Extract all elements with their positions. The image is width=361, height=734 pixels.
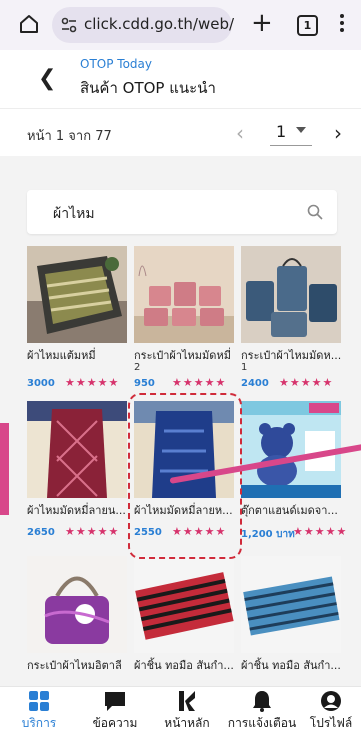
product-name: ตุ๊กตาแฮนด์เมดจา... [241, 504, 338, 517]
nav-label: การแจ้งเตือน [227, 716, 297, 730]
home-logo-icon [179, 691, 195, 711]
chevron-down-icon [296, 127, 306, 133]
bell-icon [253, 691, 271, 712]
rating-stars: ★★★★★ [65, 376, 120, 389]
tab-count-icon[interactable]: 1 [297, 15, 318, 36]
chat-icon [105, 692, 125, 711]
rating-stars: ★★★★★ [293, 525, 348, 538]
url-text: click.cdd.go.th/web/ [84, 15, 235, 33]
product-price: 2400 [241, 378, 269, 389]
more-menu-icon[interactable] [340, 14, 344, 35]
product-image [27, 246, 127, 343]
product-image [27, 401, 127, 498]
product-name: ผ้าชิ้น ทอมือ สันกำ... [134, 659, 234, 672]
profile-icon [321, 691, 341, 711]
nav-home[interactable]: หน้าหลัก [152, 689, 222, 733]
site-settings-icon[interactable] [60, 16, 78, 34]
nav-services[interactable]: บริการ [4, 689, 74, 733]
product-name: กระเป๋าผ้าไหมอิตาลี [27, 659, 122, 672]
product-price: 1,200 บาท [241, 529, 295, 540]
product-name: ผ้าชิ้น ทอมือ สันกำ... [241, 659, 341, 672]
nav-messages[interactable]: ข้อความ [80, 689, 150, 733]
product-name: ผ้าไหมมัดหมี่ลายน... [27, 504, 126, 517]
nav-label: ข้อความ [92, 716, 138, 730]
page-select[interactable]: 1 [270, 121, 312, 146]
pagination-bar: หน้า 1 จาก 77 ‹ 1 › [0, 108, 361, 157]
page-info: หน้า 1 จาก 77 [27, 129, 112, 144]
next-page-icon[interactable]: › [334, 121, 342, 145]
product-name: กระเป๋าผ้าไหมมัดห... [241, 349, 342, 362]
current-page: 1 [276, 122, 287, 141]
annotation-marker [0, 423, 9, 515]
search-query: ผ้าไหม [53, 206, 95, 222]
app-header: ❮ OTOP Today สินค้า OTOP แนะนำ [0, 50, 361, 108]
browser-toolbar: click.cdd.go.th/web/ + 1 [0, 0, 361, 50]
product-image [27, 556, 127, 653]
search-input[interactable]: ผ้าไหม [27, 190, 337, 234]
product-price: 2650 [27, 527, 55, 538]
product-image [134, 556, 234, 653]
new-tab-icon[interactable]: + [251, 10, 273, 36]
product-image [134, 246, 234, 343]
page-title: สินค้า OTOP แนะนำ [80, 79, 216, 97]
address-bar[interactable]: click.cdd.go.th/web/ [52, 7, 235, 43]
product-image [241, 246, 341, 343]
rating-stars: ★★★★★ [279, 376, 334, 389]
nav-label: หน้าหลัก [164, 716, 210, 730]
header-subtitle: OTOP Today [80, 57, 152, 71]
grid-icon [29, 691, 49, 711]
product-price: 3000 [27, 378, 55, 389]
nav-notifications[interactable]: การแจ้งเตือน [227, 689, 297, 733]
rating-stars: ★★★★★ [65, 525, 120, 538]
nav-label: โปรไฟล์ [309, 716, 353, 730]
bottom-nav: บริการ ข้อความ หน้าหลัก การแจ้งเตือน โปร… [0, 686, 361, 734]
product-image [241, 556, 341, 653]
rating-stars: ★★★★★ [172, 376, 227, 389]
product-name: กระเป๋าผ้าไหมมัดหมี่ [134, 349, 231, 362]
nav-profile[interactable]: โปรไฟล์ [296, 689, 361, 733]
search-icon[interactable] [307, 204, 323, 220]
product-sold: 1 [241, 362, 248, 373]
back-arrow-icon[interactable]: ❮ [38, 68, 56, 90]
home-icon[interactable] [18, 13, 40, 35]
product-name: ผ้าไหมแต้มหมี่ [27, 349, 96, 362]
nav-label: บริการ [21, 716, 57, 730]
prev-page-icon[interactable]: ‹ [236, 121, 244, 145]
product-price: 950 [134, 378, 155, 389]
product-sold: 2 [134, 362, 141, 373]
